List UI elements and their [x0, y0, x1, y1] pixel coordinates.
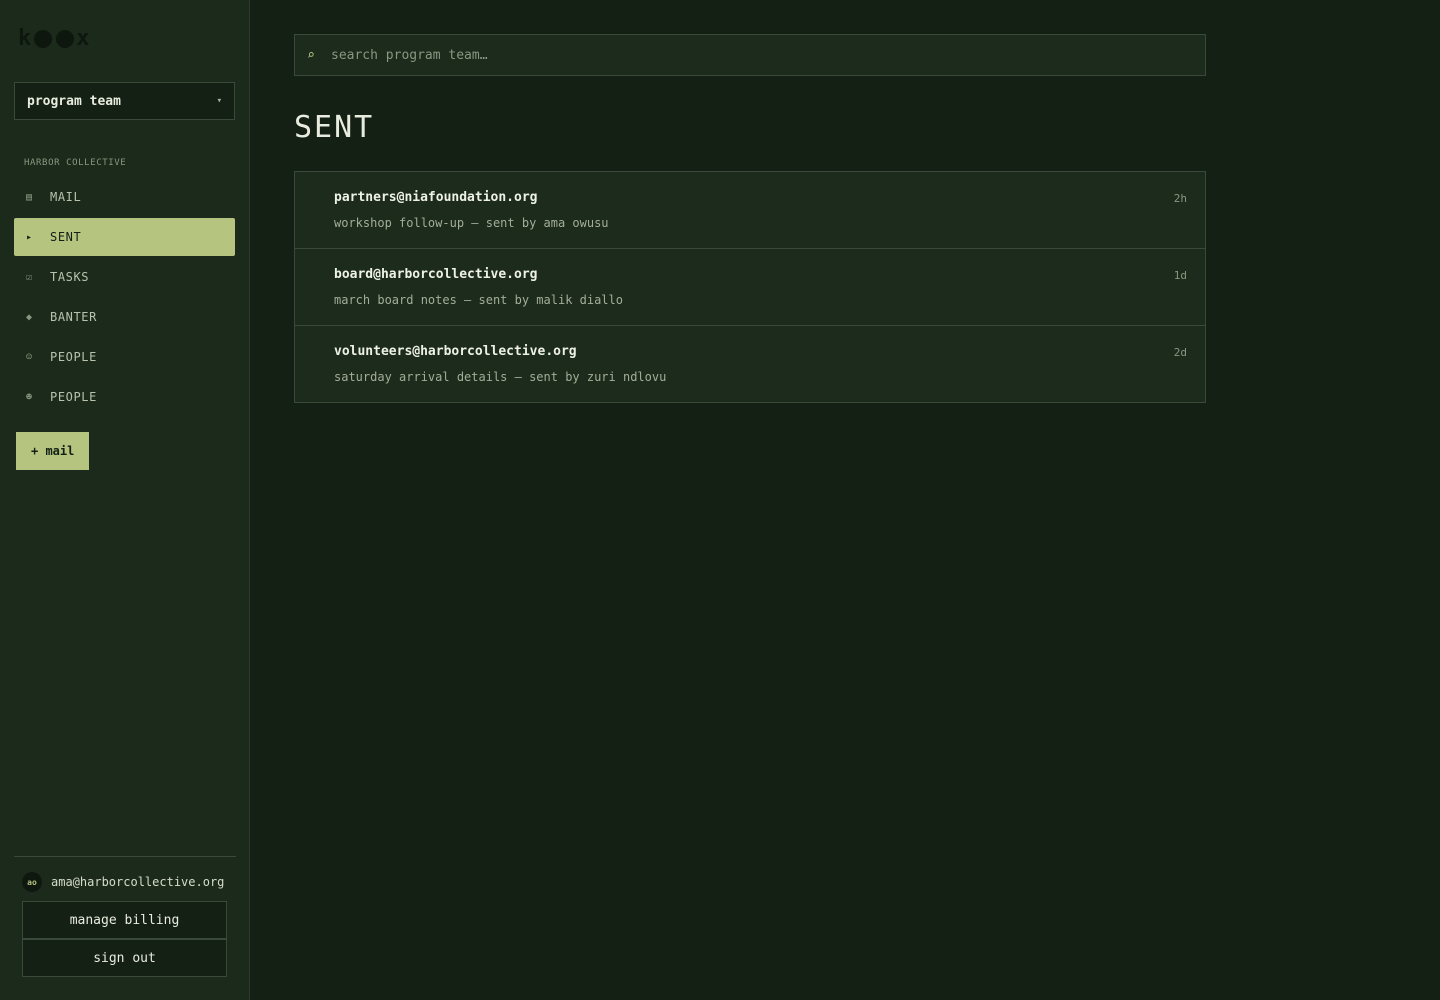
search-bar[interactable]: ⌕	[294, 34, 1206, 76]
mail-time: 2h	[1173, 192, 1187, 205]
mail-row[interactable]: partners@niafoundation.org workshop foll…	[295, 172, 1205, 249]
sent-mail-list: partners@niafoundation.org workshop foll…	[294, 171, 1206, 403]
sidebar-item-label: BANTER	[50, 310, 97, 324]
main-content: ⌕ SENT partners@niafoundation.org worksh…	[250, 0, 1440, 1000]
logo-letter-right: x	[76, 26, 91, 51]
mail-row[interactable]: volunteers@harborcollective.org saturday…	[295, 326, 1205, 402]
mail-subject: march board notes — sent by malik diallo	[334, 293, 623, 307]
chevron-down-icon: ▾	[216, 96, 222, 106]
inbox-icon: ▤	[26, 191, 33, 203]
manage-billing-button[interactable]: manage billing	[22, 901, 227, 939]
sidebar-footer: ao ama@harborcollective.org manage billi…	[14, 856, 236, 977]
account-info: ao ama@harborcollective.org	[22, 871, 228, 893]
mail-row[interactable]: board@harborcollective.org march board n…	[295, 249, 1205, 326]
logo-dot	[56, 29, 75, 48]
mail-recipient: volunteers@harborcollective.org	[334, 344, 577, 359]
sidebar-item-label: PEOPLE	[50, 350, 97, 364]
mail-time: 2d	[1173, 346, 1187, 359]
people-icon: ☻	[26, 391, 33, 403]
app-window: k x program team ▾ HARBOR COLLECTIVE ▤ M…	[0, 0, 1440, 1000]
sidebar-item-label: PEOPLE	[50, 390, 97, 404]
mail-recipient: board@harborcollective.org	[334, 267, 538, 282]
chat-icon: ◆	[26, 311, 33, 323]
sidebar-item-banter[interactable]: ◆ BANTER	[14, 298, 235, 336]
sidebar-item-label: SENT	[50, 230, 82, 244]
sidebar-item-mail[interactable]: ▤ MAIL	[14, 178, 235, 216]
logo-dot	[34, 29, 53, 48]
org-label: HARBOR COLLECTIVE	[24, 158, 127, 168]
avatar: ao	[22, 872, 42, 892]
search-input[interactable]	[331, 47, 1205, 63]
mail-subject: saturday arrival details — sent by zuri …	[334, 370, 667, 384]
account-email: ama@harborcollective.org	[51, 875, 225, 889]
sidebar: k x program team ▾ HARBOR COLLECTIVE ▤ M…	[0, 0, 250, 1000]
team-select[interactable]: program team ▾	[14, 82, 235, 120]
sidebar-item-people[interactable]: ☺ PEOPLE	[14, 338, 235, 376]
person-icon: ☺	[26, 351, 33, 363]
brand-logo[interactable]: k x	[18, 26, 91, 51]
new-mail-button[interactable]: + mail	[16, 432, 90, 470]
sidebar-item-label: MAIL	[50, 190, 82, 204]
mail-subject: workshop follow-up — sent by ama owusu	[334, 216, 609, 230]
search-icon: ⌕	[307, 47, 315, 63]
team-select-value: program team	[27, 93, 121, 109]
sidebar-item-people-group[interactable]: ☻ PEOPLE	[14, 378, 235, 416]
mail-recipient: partners@niafoundation.org	[334, 190, 538, 205]
sign-out-button[interactable]: sign out	[22, 939, 227, 977]
send-icon: ▸	[26, 231, 33, 243]
checkbox-icon: ☑	[26, 271, 33, 283]
logo-letter-left: k	[18, 26, 33, 51]
sidebar-item-label: TASKS	[50, 270, 90, 284]
mail-time: 1d	[1173, 269, 1187, 282]
sidebar-item-sent[interactable]: ▸ SENT	[14, 218, 235, 256]
page-title: SENT	[294, 110, 375, 145]
sidebar-nav: ▤ MAIL ▸ SENT ☑ TASKS ◆ BANTER ☺ PEOPLE …	[14, 178, 235, 418]
sidebar-item-tasks[interactable]: ☑ TASKS	[14, 258, 235, 296]
